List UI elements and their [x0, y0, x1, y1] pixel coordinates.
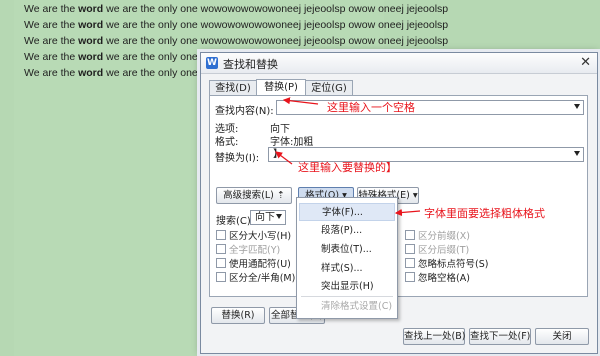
find-annotation: 这里输入一个空格	[327, 101, 415, 114]
format-annotation: 字体里面要选择粗体格式	[424, 207, 545, 220]
replace-annotation: 这里输入要替换的】	[298, 161, 397, 174]
arrow-to-font-item	[394, 208, 421, 217]
arrow-to-replace-input	[275, 151, 293, 165]
arrow-to-find-input	[282, 97, 319, 105]
annotation-arrows	[275, 97, 421, 217]
